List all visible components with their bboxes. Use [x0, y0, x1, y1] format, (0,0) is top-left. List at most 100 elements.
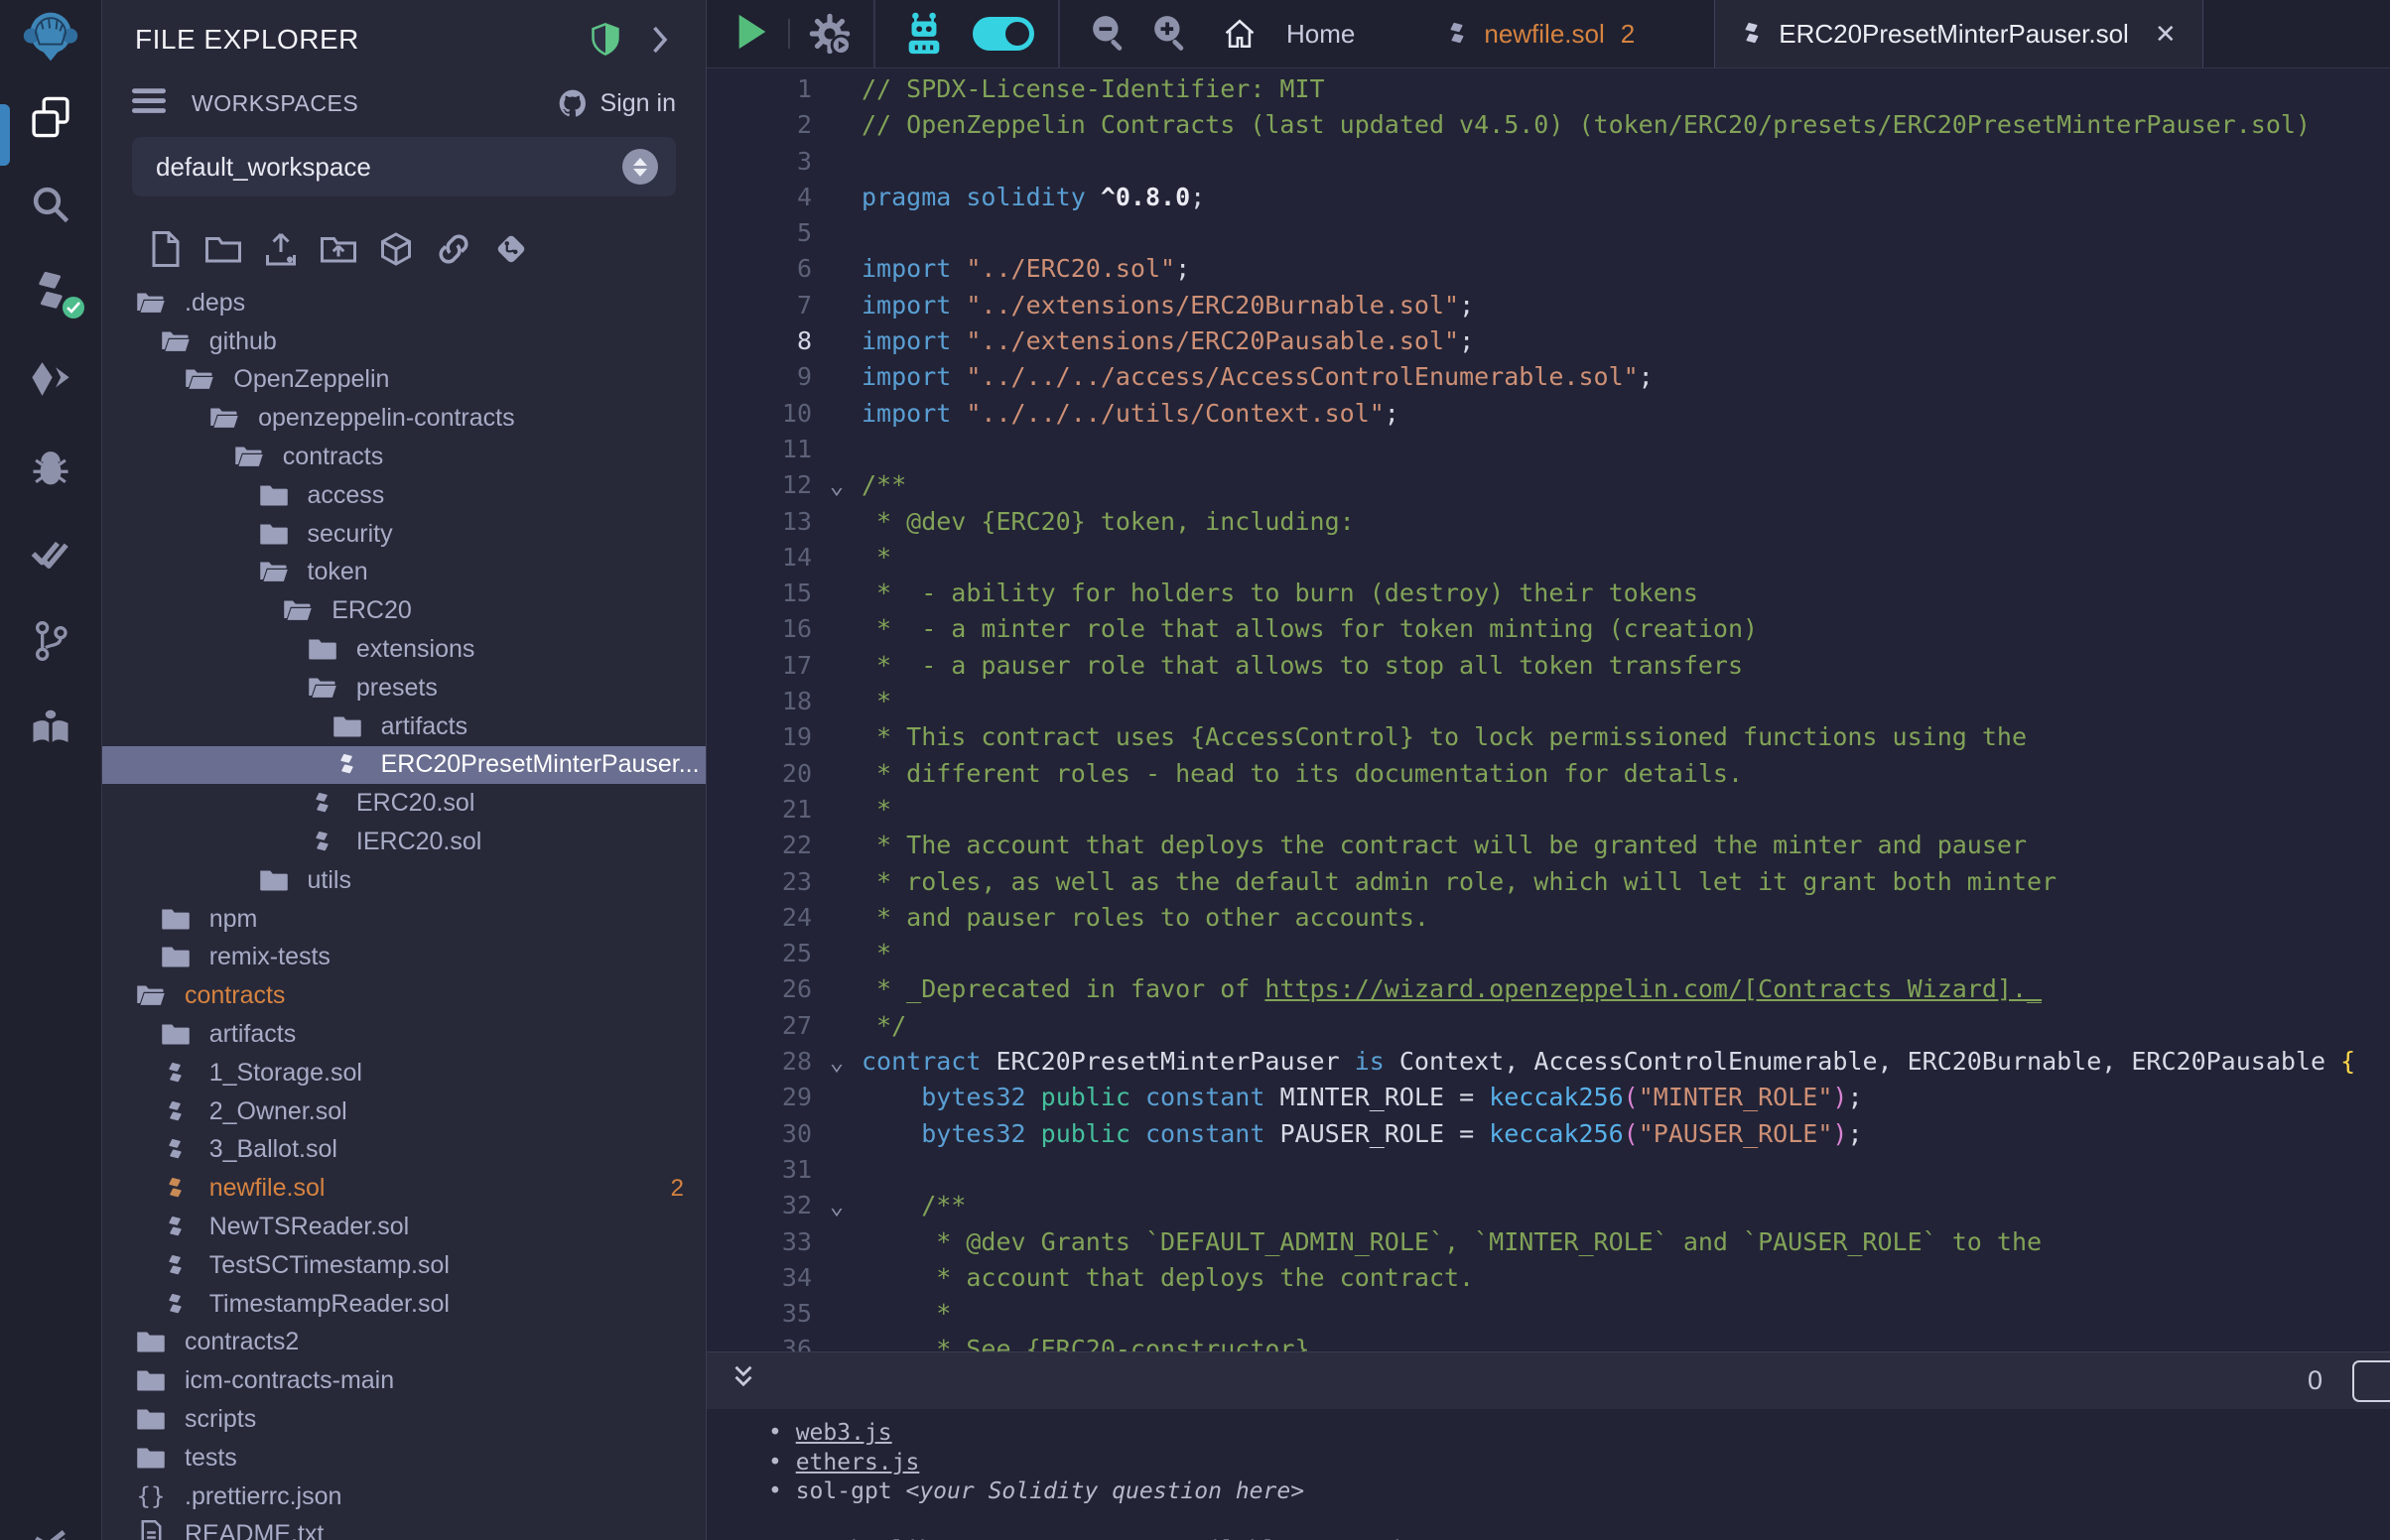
line-number: 26	[707, 971, 812, 1007]
tree-item[interactable]: scripts	[102, 1400, 706, 1439]
workspace-select[interactable]: default_workspace	[132, 137, 676, 196]
terminal-link[interactable]: ethers.js	[796, 1450, 920, 1476]
solidity-file-icon	[1741, 20, 1763, 48]
line-number: 12	[707, 467, 812, 503]
tree-item[interactable]: github	[102, 322, 706, 361]
sidebar-item-more[interactable]	[0, 1514, 101, 1540]
tree-item[interactable]: artifacts	[102, 1015, 706, 1054]
tree-item[interactable]: remix-tests	[102, 939, 706, 977]
terminal-link[interactable]: web3.js	[796, 1420, 892, 1446]
run-script-button[interactable]	[734, 13, 770, 56]
tree-item[interactable]: .deps	[102, 284, 706, 322]
terminal-listen-checkbox[interactable]	[2352, 1360, 2390, 1402]
tree-item-label: tests	[185, 1444, 237, 1473]
sidebar-item-file-explorer[interactable]	[0, 73, 101, 161]
code-line: 30 bytes32 public constant PAUSER_ROLE =…	[707, 1116, 2390, 1152]
upload-file-icon[interactable]	[262, 230, 300, 268]
tree-item[interactable]: npm	[102, 900, 706, 939]
tree-item[interactable]: 2_Owner.sol	[102, 1092, 706, 1131]
terminal-header: 0	[707, 1351, 2390, 1409]
fold-chevron-icon[interactable]: ⌄	[812, 1188, 862, 1223]
sidebar-item-solidity-compiler[interactable]	[0, 248, 101, 335]
line-number: 9	[707, 359, 812, 395]
tree-item[interactable]: README.txt	[102, 1516, 706, 1540]
sol-icon	[306, 790, 339, 817]
remix-logo-icon[interactable]	[0, 0, 101, 73]
sidebar-item-debugger[interactable]	[0, 423, 101, 510]
tree-item[interactable]: tests	[102, 1439, 706, 1477]
sol-icon	[159, 1060, 193, 1087]
tree-item[interactable]: 3_Ballot.sol	[102, 1131, 706, 1170]
code-text: *	[862, 936, 891, 971]
zoom-out-icon[interactable]	[1090, 13, 1128, 56]
tree-item-label: ERC20	[332, 596, 412, 625]
tree-item[interactable]: presets	[102, 669, 706, 707]
tree-item[interactable]: artifacts	[102, 707, 706, 746]
tree-item[interactable]: utils	[102, 861, 706, 900]
tree-item-label: NewTSReader.sol	[209, 1213, 409, 1241]
tree-item[interactable]: contracts2	[102, 1324, 706, 1362]
sidebar-item-learneth[interactable]	[0, 685, 101, 772]
new-folder-icon[interactable]	[204, 230, 242, 268]
tree-item[interactable]: security	[102, 515, 706, 554]
shield-icon[interactable]	[591, 23, 620, 57]
tree-item[interactable]: openzeppelin-contracts	[102, 399, 706, 438]
chevron-right-icon[interactable]	[648, 25, 670, 55]
tree-item[interactable]: NewTSReader.sol	[102, 1208, 706, 1246]
folder-closed-icon	[257, 868, 291, 893]
tab-home[interactable]: Home	[1189, 0, 1381, 67]
tree-item[interactable]: 1_Storage.sol	[102, 1054, 706, 1092]
tab-newfile[interactable]: newfile.sol 2	[1420, 0, 1660, 67]
script-config-gear-icon[interactable]	[808, 12, 852, 56]
link-icon[interactable]	[435, 230, 472, 268]
sidebar-item-deploy-run[interactable]	[0, 335, 101, 423]
tab-erc20-preset-minter-pauser[interactable]: ERC20PresetMinterPauser.sol ✕	[1714, 0, 2202, 67]
terminal-expand-icon[interactable]	[729, 1361, 758, 1400]
fold-gutter	[812, 1152, 862, 1188]
code-line: 15 * - ability for holders to burn (dest…	[707, 576, 2390, 611]
tree-item[interactable]: newfile.sol2	[102, 1169, 706, 1208]
code-line: 29 bytes32 public constant MINTER_ROLE =…	[707, 1080, 2390, 1115]
tree-item[interactable]: token	[102, 554, 706, 592]
import-box-icon[interactable]	[377, 230, 415, 268]
upload-folder-icon[interactable]	[320, 230, 357, 268]
ai-copilot-toggle[interactable]	[973, 17, 1034, 51]
tree-item[interactable]: extensions	[102, 630, 706, 669]
sidebar-item-git[interactable]	[0, 597, 101, 685]
tree-item[interactable]: ERC20	[102, 591, 706, 630]
sidebar-item-unit-testing[interactable]	[0, 510, 101, 597]
sidebar-item-search[interactable]	[0, 161, 101, 248]
fold-chevron-icon[interactable]: ⌄	[812, 1044, 862, 1080]
tree-item[interactable]: contracts	[102, 976, 706, 1015]
tree-item[interactable]: ERC20PresetMinterPauser...	[102, 746, 706, 785]
fold-gutter	[812, 215, 862, 251]
tree-item[interactable]: access	[102, 476, 706, 515]
tree-item[interactable]: icm-contracts-main	[102, 1361, 706, 1400]
git-clone-icon[interactable]	[492, 230, 530, 268]
tree-item[interactable]: contracts	[102, 438, 706, 476]
fold-gutter	[812, 792, 862, 828]
zoom-in-icon[interactable]	[1151, 13, 1189, 56]
close-tab-icon[interactable]: ✕	[2155, 19, 2177, 50]
new-file-icon[interactable]	[147, 230, 185, 268]
tree-item[interactable]: TestSCTimestamp.sol	[102, 1246, 706, 1285]
folder-closed-icon	[331, 714, 364, 739]
terminal-panel: 0 • web3.js• ethers.js• sol-gpt <your So…	[707, 1351, 2390, 1540]
tree-item[interactable]: TimestampReader.sol	[102, 1285, 706, 1324]
tree-item[interactable]: {}.prettierrc.json	[102, 1477, 706, 1516]
line-number: 29	[707, 1080, 812, 1115]
tree-item[interactable]: IERC20.sol	[102, 823, 706, 861]
hamburger-menu-icon[interactable]	[132, 88, 166, 119]
tree-item-label: openzeppelin-contracts	[258, 404, 515, 433]
fold-chevron-icon[interactable]: ⌄	[812, 467, 862, 503]
code-line: 23 * roles, as well as the default admin…	[707, 864, 2390, 900]
file-text-icon	[134, 1520, 168, 1540]
code-line: 31	[707, 1152, 2390, 1188]
sol-icon	[331, 751, 364, 778]
code-line: 17 * - a pauser role that allows to stop…	[707, 648, 2390, 684]
code-text: bytes32 public constant MINTER_ROLE = ke…	[862, 1080, 1863, 1115]
tree-item[interactable]: ERC20.sol	[102, 784, 706, 823]
tree-item[interactable]: OpenZeppelin	[102, 361, 706, 400]
code-editor[interactable]: 1// SPDX-License-Identifier: MIT2// Open…	[707, 68, 2390, 1351]
sign-in-button[interactable]: Sign in	[557, 87, 676, 119]
